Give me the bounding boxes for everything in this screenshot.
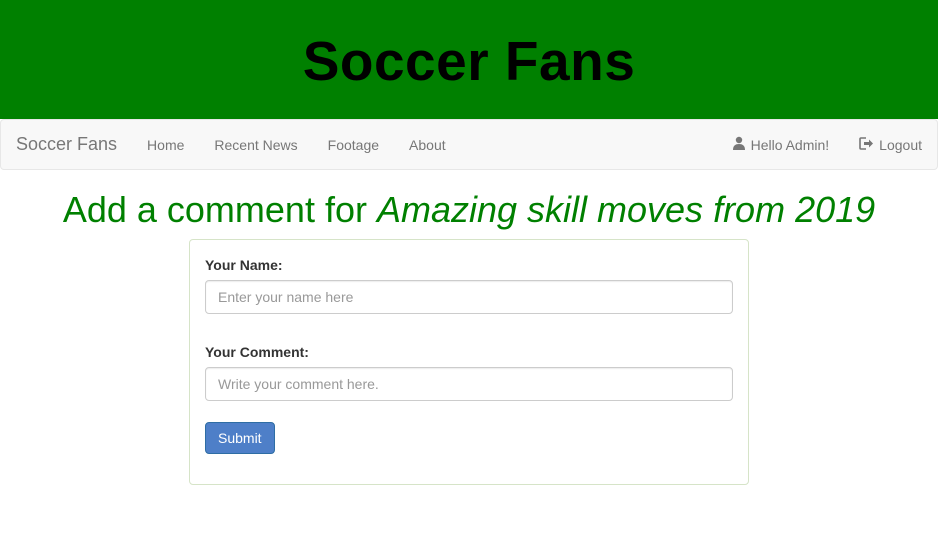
navbar-right: Hello Admin! Logout bbox=[717, 136, 937, 153]
site-title: Soccer Fans bbox=[302, 29, 636, 92]
nav-logout-label: Logout bbox=[879, 136, 922, 153]
navbar-brand[interactable]: Soccer Fans bbox=[16, 134, 117, 155]
main-navbar: Soccer Fans Home Recent News Footage Abo… bbox=[0, 119, 938, 170]
logout-icon bbox=[859, 136, 874, 153]
heading-subject: Amazing skill moves from 2019 bbox=[376, 189, 876, 230]
comment-label: Your Comment: bbox=[205, 344, 309, 360]
name-group: Your Name: bbox=[205, 257, 733, 314]
page-heading: Add a comment for Amazing skill moves fr… bbox=[0, 190, 938, 230]
name-label: Your Name: bbox=[205, 257, 283, 273]
heading-prefix: Add a comment for bbox=[62, 189, 377, 230]
comment-input[interactable] bbox=[205, 367, 733, 401]
user-icon bbox=[732, 136, 746, 153]
nav-home[interactable]: Home bbox=[132, 137, 199, 153]
nav-user[interactable]: Hello Admin! bbox=[717, 136, 845, 153]
submit-button[interactable]: Submit bbox=[205, 422, 275, 454]
nav-footage[interactable]: Footage bbox=[313, 137, 394, 153]
nav-logout[interactable]: Logout bbox=[844, 137, 937, 153]
nav-recent-news[interactable]: Recent News bbox=[199, 137, 312, 153]
nav-user-label: Hello Admin! bbox=[750, 136, 830, 153]
comment-group: Your Comment: bbox=[205, 344, 733, 401]
name-input[interactable] bbox=[205, 280, 733, 314]
nav-about[interactable]: About bbox=[394, 137, 461, 153]
comment-form-card: Your Name: Your Comment: Submit bbox=[189, 239, 749, 485]
site-banner: Soccer Fans bbox=[0, 0, 938, 119]
